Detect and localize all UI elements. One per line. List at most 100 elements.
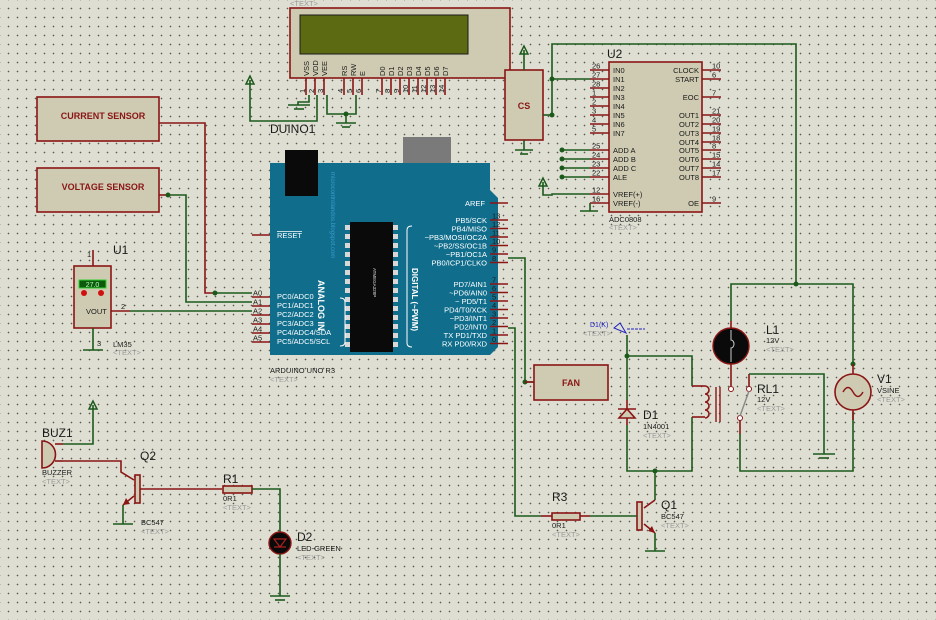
rl1-relay-contact[interactable]: RL1 12V <TEXT> bbox=[737, 374, 786, 421]
analog-pin-label: PC4/ADC4/SDA bbox=[277, 328, 331, 337]
chip-leg bbox=[393, 288, 398, 293]
voltage-sensor-label: VOLTAGE SENSOR bbox=[62, 182, 145, 192]
adc0808-chip[interactable]: U2 26 IN0 27 IN1 28 IN2 1 IN3 2 IN4 3 IN5 4 IN6 5 IN7 25… bbox=[590, 47, 721, 232]
chip-leg bbox=[345, 234, 350, 239]
chip-leg bbox=[345, 306, 350, 311]
reset-pin-label: RESET bbox=[277, 231, 302, 240]
chip-leg bbox=[345, 252, 350, 257]
r3-resistor[interactable]: R3 0R1 <TEXT> bbox=[541, 490, 637, 539]
lcd-pin-number: 3 bbox=[316, 89, 325, 93]
analog-in-title: ANALOG IN bbox=[316, 280, 326, 331]
u2-pin-number: 22 bbox=[592, 169, 600, 178]
u2-pin-number: 23 bbox=[592, 160, 600, 169]
u2-pin-number: 27 bbox=[592, 71, 600, 80]
svg-text:<TEXT>: <TEXT> bbox=[661, 521, 690, 530]
u2-pin-number: 14 bbox=[712, 160, 720, 169]
lcd-pin-number: 14 bbox=[437, 85, 446, 93]
u1-ref-label: U1 bbox=[113, 243, 129, 257]
u2-pin-label: OUT6 bbox=[679, 155, 699, 164]
svg-text:<TEXT>: <TEXT> bbox=[609, 223, 638, 232]
voltage-sensor[interactable]: VOLTAGE SENSOR bbox=[36, 167, 160, 213]
u2-pin-number: 6 bbox=[712, 71, 716, 80]
lcd-pin-label: D0 bbox=[378, 66, 387, 76]
svg-text:<TEXT>: <TEXT> bbox=[297, 553, 326, 562]
u2-pin-label: ADD B bbox=[613, 155, 636, 164]
u2-pin-label: OE bbox=[688, 199, 699, 208]
lcd-pin-label: D4 bbox=[414, 66, 423, 76]
svg-text:2: 2 bbox=[121, 302, 125, 311]
u2-pin-label: ADD C bbox=[613, 164, 637, 173]
chip-leg bbox=[345, 270, 350, 275]
u2-pin-label: VREF(-) bbox=[613, 199, 641, 208]
u2-pin-label: IN7 bbox=[613, 129, 625, 138]
svg-text:BC547: BC547 bbox=[141, 518, 164, 527]
lcd-pin-label: VSS bbox=[302, 61, 311, 76]
chip-leg bbox=[393, 297, 398, 302]
svg-text:<TEXT>: <TEXT> bbox=[113, 348, 142, 357]
d1-diode[interactable]: D1 1N4001 <TEXT> bbox=[617, 356, 672, 440]
u2-pin-number: 16 bbox=[592, 195, 600, 204]
lcd-pin-number: 6 bbox=[354, 89, 363, 93]
d1-probe[interactable]: D1(K) <TEXT> bbox=[583, 322, 645, 338]
u2-pin-number: 25 bbox=[592, 142, 600, 151]
probe-label: D1(K) bbox=[590, 322, 608, 329]
lcd-pin-number: 5 bbox=[345, 89, 354, 93]
schematic-canvas[interactable]: <TEXT> VSS1VDD2VEE3RS4RW5E6D07D18D29D310… bbox=[0, 0, 936, 620]
lcd-pin-label: E bbox=[358, 71, 367, 76]
digital-pin-number: 8 bbox=[492, 254, 496, 263]
digital-pwm-title: DIGITAL (~PWM) bbox=[410, 268, 419, 331]
u2-pin-label: IN4 bbox=[613, 102, 625, 111]
q1-transistor[interactable]: Q1 BC547 <TEXT> bbox=[636, 471, 690, 552]
lcd-text-tag: <TEXT> bbox=[290, 0, 319, 8]
u2-pin-label: CLOCK bbox=[673, 66, 699, 75]
current-sensor[interactable]: CURRENT SENSOR bbox=[36, 96, 160, 142]
buz1-buzzer[interactable]: BUZ1 BUZZER <TEXT> bbox=[41, 426, 73, 486]
lcd-pin-label: VEE bbox=[320, 61, 329, 76]
svg-text:LED-GREEN: LED-GREEN bbox=[297, 544, 341, 553]
u2-pin-label: IN5 bbox=[613, 111, 625, 120]
svg-text:12V: 12V bbox=[766, 336, 779, 345]
lcd-pin-label: D7 bbox=[441, 66, 450, 76]
analog-pin-label: PC2/ADC2 bbox=[277, 310, 314, 319]
temperature-value: 27.0 bbox=[86, 282, 100, 289]
u2-pin-number: 20 bbox=[712, 116, 720, 125]
lcd-display[interactable]: <TEXT> VSS 1 VDD 2 VEE 3 RS 4 RW 5 E 6 D0 7 D1 8 D2 9 D3 10… bbox=[289, 0, 511, 95]
lcd-pin-number: 2 bbox=[307, 89, 316, 93]
svg-text:<TEXT>: <TEXT> bbox=[42, 477, 71, 486]
u2-pin-label: OUT5 bbox=[679, 146, 699, 155]
u2-pin-number: 2 bbox=[592, 98, 596, 107]
u2-pin-label: OUT1 bbox=[679, 111, 699, 120]
chip-leg bbox=[393, 324, 398, 329]
u2-pin-label: IN1 bbox=[613, 75, 625, 84]
fan-block[interactable]: FAN bbox=[525, 364, 609, 401]
analog-pin-tag: A1 bbox=[253, 298, 262, 307]
chip-leg bbox=[393, 261, 398, 266]
lm35-sensor[interactable]: U1 1 27.0 VOUT 2 3 LM35 <TEXT> bbox=[73, 243, 142, 357]
lcd-pin-label: RW bbox=[349, 63, 358, 76]
r1-resistor[interactable]: R1 0R1 <TEXT> bbox=[222, 472, 253, 512]
decrement-button[interactable] bbox=[81, 290, 87, 296]
svg-text:1N4001: 1N4001 bbox=[643, 422, 669, 431]
v1-sine-source[interactable]: V1 VSINE <TEXT> bbox=[834, 364, 906, 420]
relay-coil[interactable] bbox=[692, 385, 721, 422]
lcd-screen bbox=[299, 14, 469, 55]
u2-pin-number: 17 bbox=[712, 169, 720, 178]
l1-lamp[interactable]: L1 12V <TEXT> bbox=[712, 321, 795, 392]
analog-pin-tag: A0 bbox=[253, 289, 262, 298]
lcd-pin-label: D6 bbox=[432, 66, 441, 76]
increment-button[interactable] bbox=[98, 290, 104, 296]
arduino-uno[interactable]: microcontrolandos.blogspot.com ATMEGA328… bbox=[252, 137, 508, 384]
chip-leg bbox=[345, 261, 350, 266]
lcd-pin-number: 11 bbox=[410, 85, 419, 93]
chip-leg bbox=[345, 315, 350, 320]
u2-pin-number: 26 bbox=[592, 62, 600, 71]
vout-label: VOUT bbox=[86, 307, 107, 316]
chip-leg bbox=[393, 333, 398, 338]
lcd-pin-number: 13 bbox=[428, 85, 437, 93]
u2-pin-number: 28 bbox=[592, 80, 600, 89]
rl1-ref-label: RL1 bbox=[757, 382, 779, 396]
l1-ref-label: L1 bbox=[766, 323, 780, 337]
digital-pin-label: PB0/ICP1/CLKO bbox=[432, 259, 488, 268]
u2-pin-number: 15 bbox=[712, 151, 720, 160]
digital-pin-number: 0 bbox=[492, 335, 496, 344]
